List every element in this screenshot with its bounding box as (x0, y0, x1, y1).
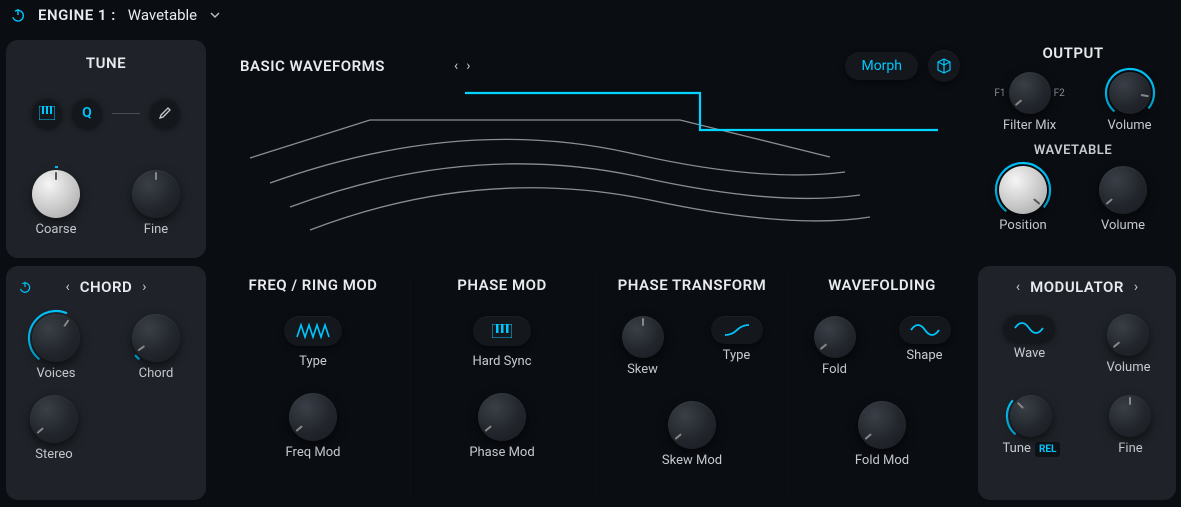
modulator-title: MODULATOR (1030, 278, 1124, 296)
wavetable-title: WAVETABLE (973, 143, 1173, 158)
quantize-button[interactable]: Q (72, 98, 102, 128)
filter-mix-knob[interactable] (1009, 72, 1051, 114)
wavefold-title: WAVEFOLDING (792, 276, 972, 294)
waveform-next-button[interactable]: › (462, 58, 474, 74)
skewmod-knob[interactable] (668, 401, 716, 449)
chord-next-button[interactable]: › (138, 279, 150, 295)
position-label: Position (999, 218, 1046, 233)
f1-label: F1 (994, 88, 1005, 99)
modulator-tune-label: TuneREL (1003, 441, 1061, 456)
modulator-volume-label: Volume (1106, 360, 1150, 375)
chord-prev-button[interactable]: ‹ (61, 279, 73, 295)
foldmod-knob[interactable] (858, 401, 906, 449)
phasemod-knob[interactable] (478, 393, 526, 441)
phasetrans-type-label: Type (723, 348, 751, 363)
tune-title: TUNE (6, 40, 206, 72)
rel-tag[interactable]: REL (1035, 442, 1060, 457)
skew-knob[interactable] (622, 316, 664, 358)
filter-mix-label: Filter Mix (1003, 118, 1056, 133)
modulator-prev-button[interactable]: ‹ (1012, 279, 1024, 295)
freqring-title: FREQ / RING MOD (218, 276, 408, 294)
engine-label: ENGINE 1 : (38, 6, 116, 24)
skew-label: Skew (627, 362, 658, 377)
modulator-next-button[interactable]: › (1130, 279, 1142, 295)
fine-knob[interactable] (132, 170, 180, 218)
f2-label: F2 (1054, 88, 1065, 99)
modulator-fine-knob[interactable] (1109, 395, 1151, 437)
foldmod-label: Fold Mod (855, 453, 909, 468)
wavetable-volume-knob[interactable] (1099, 166, 1147, 214)
phasetrans-type-button[interactable] (711, 316, 763, 344)
modulator-wave-button[interactable] (1003, 314, 1055, 342)
piano-mode-button[interactable] (32, 98, 62, 128)
modulator-wave-label: Wave (1014, 346, 1045, 361)
waveform-prev-button[interactable]: ‹ (450, 58, 462, 74)
waveform-display[interactable] (230, 85, 950, 263)
fold-knob[interactable] (814, 316, 856, 358)
chord-label: Chord (139, 366, 174, 381)
morph-button[interactable]: Morph (845, 52, 918, 80)
freqmod-knob[interactable] (289, 393, 337, 441)
chord-title: CHORD (80, 278, 133, 296)
stereo-knob[interactable] (30, 395, 78, 443)
output-title: OUTPUT (973, 44, 1173, 62)
fold-label: Fold (822, 362, 847, 377)
modulator-fine-label: Fine (1118, 441, 1142, 456)
wavefold-shape-label: Shape (906, 348, 942, 363)
freqring-type-button[interactable] (284, 316, 342, 346)
wavefold-shape-button[interactable] (899, 316, 951, 344)
stereo-label: Stereo (35, 447, 72, 462)
output-volume-knob[interactable] (1109, 72, 1151, 114)
hardsync-button[interactable] (473, 316, 531, 346)
power-icon[interactable] (10, 7, 26, 23)
modulator-volume-knob[interactable] (1107, 314, 1149, 356)
phasetrans-title: PHASE TRANSFORM (598, 276, 786, 294)
phasemod-amount-label: Phase Mod (469, 445, 534, 460)
chord-power-icon[interactable] (18, 280, 32, 294)
modulator-tune-knob[interactable] (1010, 395, 1052, 437)
coarse-knob[interactable] (32, 170, 80, 218)
hardsync-label: Hard Sync (472, 354, 531, 369)
basic-waveforms-title: BASIC WAVEFORMS (220, 57, 450, 75)
voices-label: Voices (37, 366, 76, 381)
wavetable-volume-label: Volume (1101, 218, 1145, 233)
chord-knob[interactable] (132, 314, 180, 362)
engine-type-value[interactable]: Wavetable (128, 6, 197, 24)
coarse-label: Coarse (36, 222, 77, 237)
edit-button[interactable] (150, 98, 180, 128)
skewmod-label: Skew Mod (662, 453, 722, 468)
chevron-down-icon[interactable] (209, 9, 221, 21)
voices-knob[interactable] (32, 314, 80, 362)
output-volume-label: Volume (1108, 118, 1152, 133)
phasemod-title: PHASE MOD (412, 276, 592, 294)
freqmod-label: Freq Mod (286, 445, 341, 460)
cube-3d-button[interactable] (928, 50, 960, 82)
freqring-type-label: Type (299, 354, 327, 369)
position-knob[interactable] (999, 166, 1047, 214)
fine-label: Fine (144, 222, 168, 237)
